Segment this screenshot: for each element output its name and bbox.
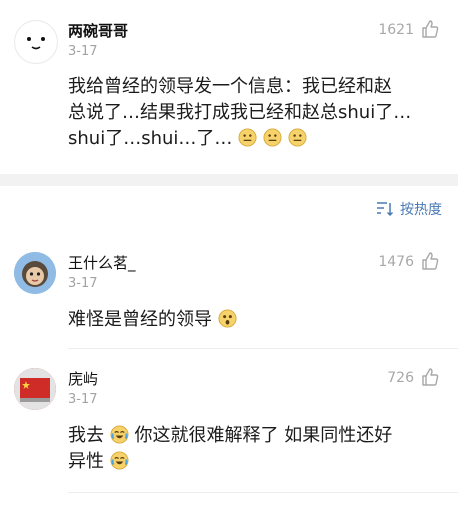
comment-text-line: shui了…shui…了…: [68, 128, 233, 149]
laugh-cry-emoji-icon: [110, 451, 129, 470]
avatar[interactable]: [14, 20, 58, 64]
avatar-image: [14, 252, 56, 294]
sort-icon: [377, 202, 394, 217]
awkward-emoji-icon: [238, 128, 257, 147]
awkward-emoji-icon: [263, 128, 282, 147]
comment-text-line: 我给曾经的领导发一个信息：我已经和赵: [68, 76, 392, 97]
comment-date: 3-17: [68, 44, 98, 59]
avatar[interactable]: [14, 252, 56, 294]
comment-text-line: 异性: [68, 451, 104, 472]
face-icon: [27, 37, 45, 50]
comment-text: 我去 你这就很难解释了 如果同性还好 异性: [68, 423, 440, 475]
comment-separator: [68, 348, 458, 349]
like-count: 1476: [378, 254, 414, 270]
flag-avatar-image: [14, 368, 56, 410]
thumbs-up-icon[interactable]: [420, 251, 440, 271]
username[interactable]: 两碗哥哥: [68, 20, 128, 41]
comment-text-line: 我去: [68, 425, 104, 446]
thumbs-up-icon[interactable]: [420, 367, 440, 387]
comment-text-line: 你这就很难解释了 如果同性还好: [134, 425, 393, 446]
laugh-cry-emoji-icon: [110, 425, 129, 444]
comment-text: 难怪是曾经的领导: [68, 307, 440, 333]
username[interactable]: 王什么茗_: [68, 252, 136, 273]
like-count: 726: [387, 370, 414, 386]
like-count: 1621: [378, 22, 414, 38]
shocked-emoji-icon: [218, 309, 237, 328]
sort-by-heat-button[interactable]: 按热度: [376, 199, 442, 219]
comment-text: 我给曾经的领导发一个信息：我已经和赵 总说了…结果我打成我已经和赵总shui了……: [68, 74, 440, 152]
comment-text-line: 总说了…结果我打成我已经和赵总shui了…: [68, 102, 412, 123]
awkward-emoji-icon: [288, 128, 307, 147]
section-divider: [0, 174, 458, 186]
comment-separator: [68, 492, 458, 493]
username[interactable]: 庑屿: [68, 368, 98, 389]
comment-text-line: 难怪是曾经的领导: [68, 309, 212, 330]
avatar[interactable]: [14, 368, 56, 410]
thumbs-up-icon[interactable]: [420, 19, 440, 39]
comment-date: 3-17: [68, 392, 98, 407]
sort-label: 按热度: [400, 202, 442, 218]
comment-date: 3-17: [68, 276, 98, 291]
